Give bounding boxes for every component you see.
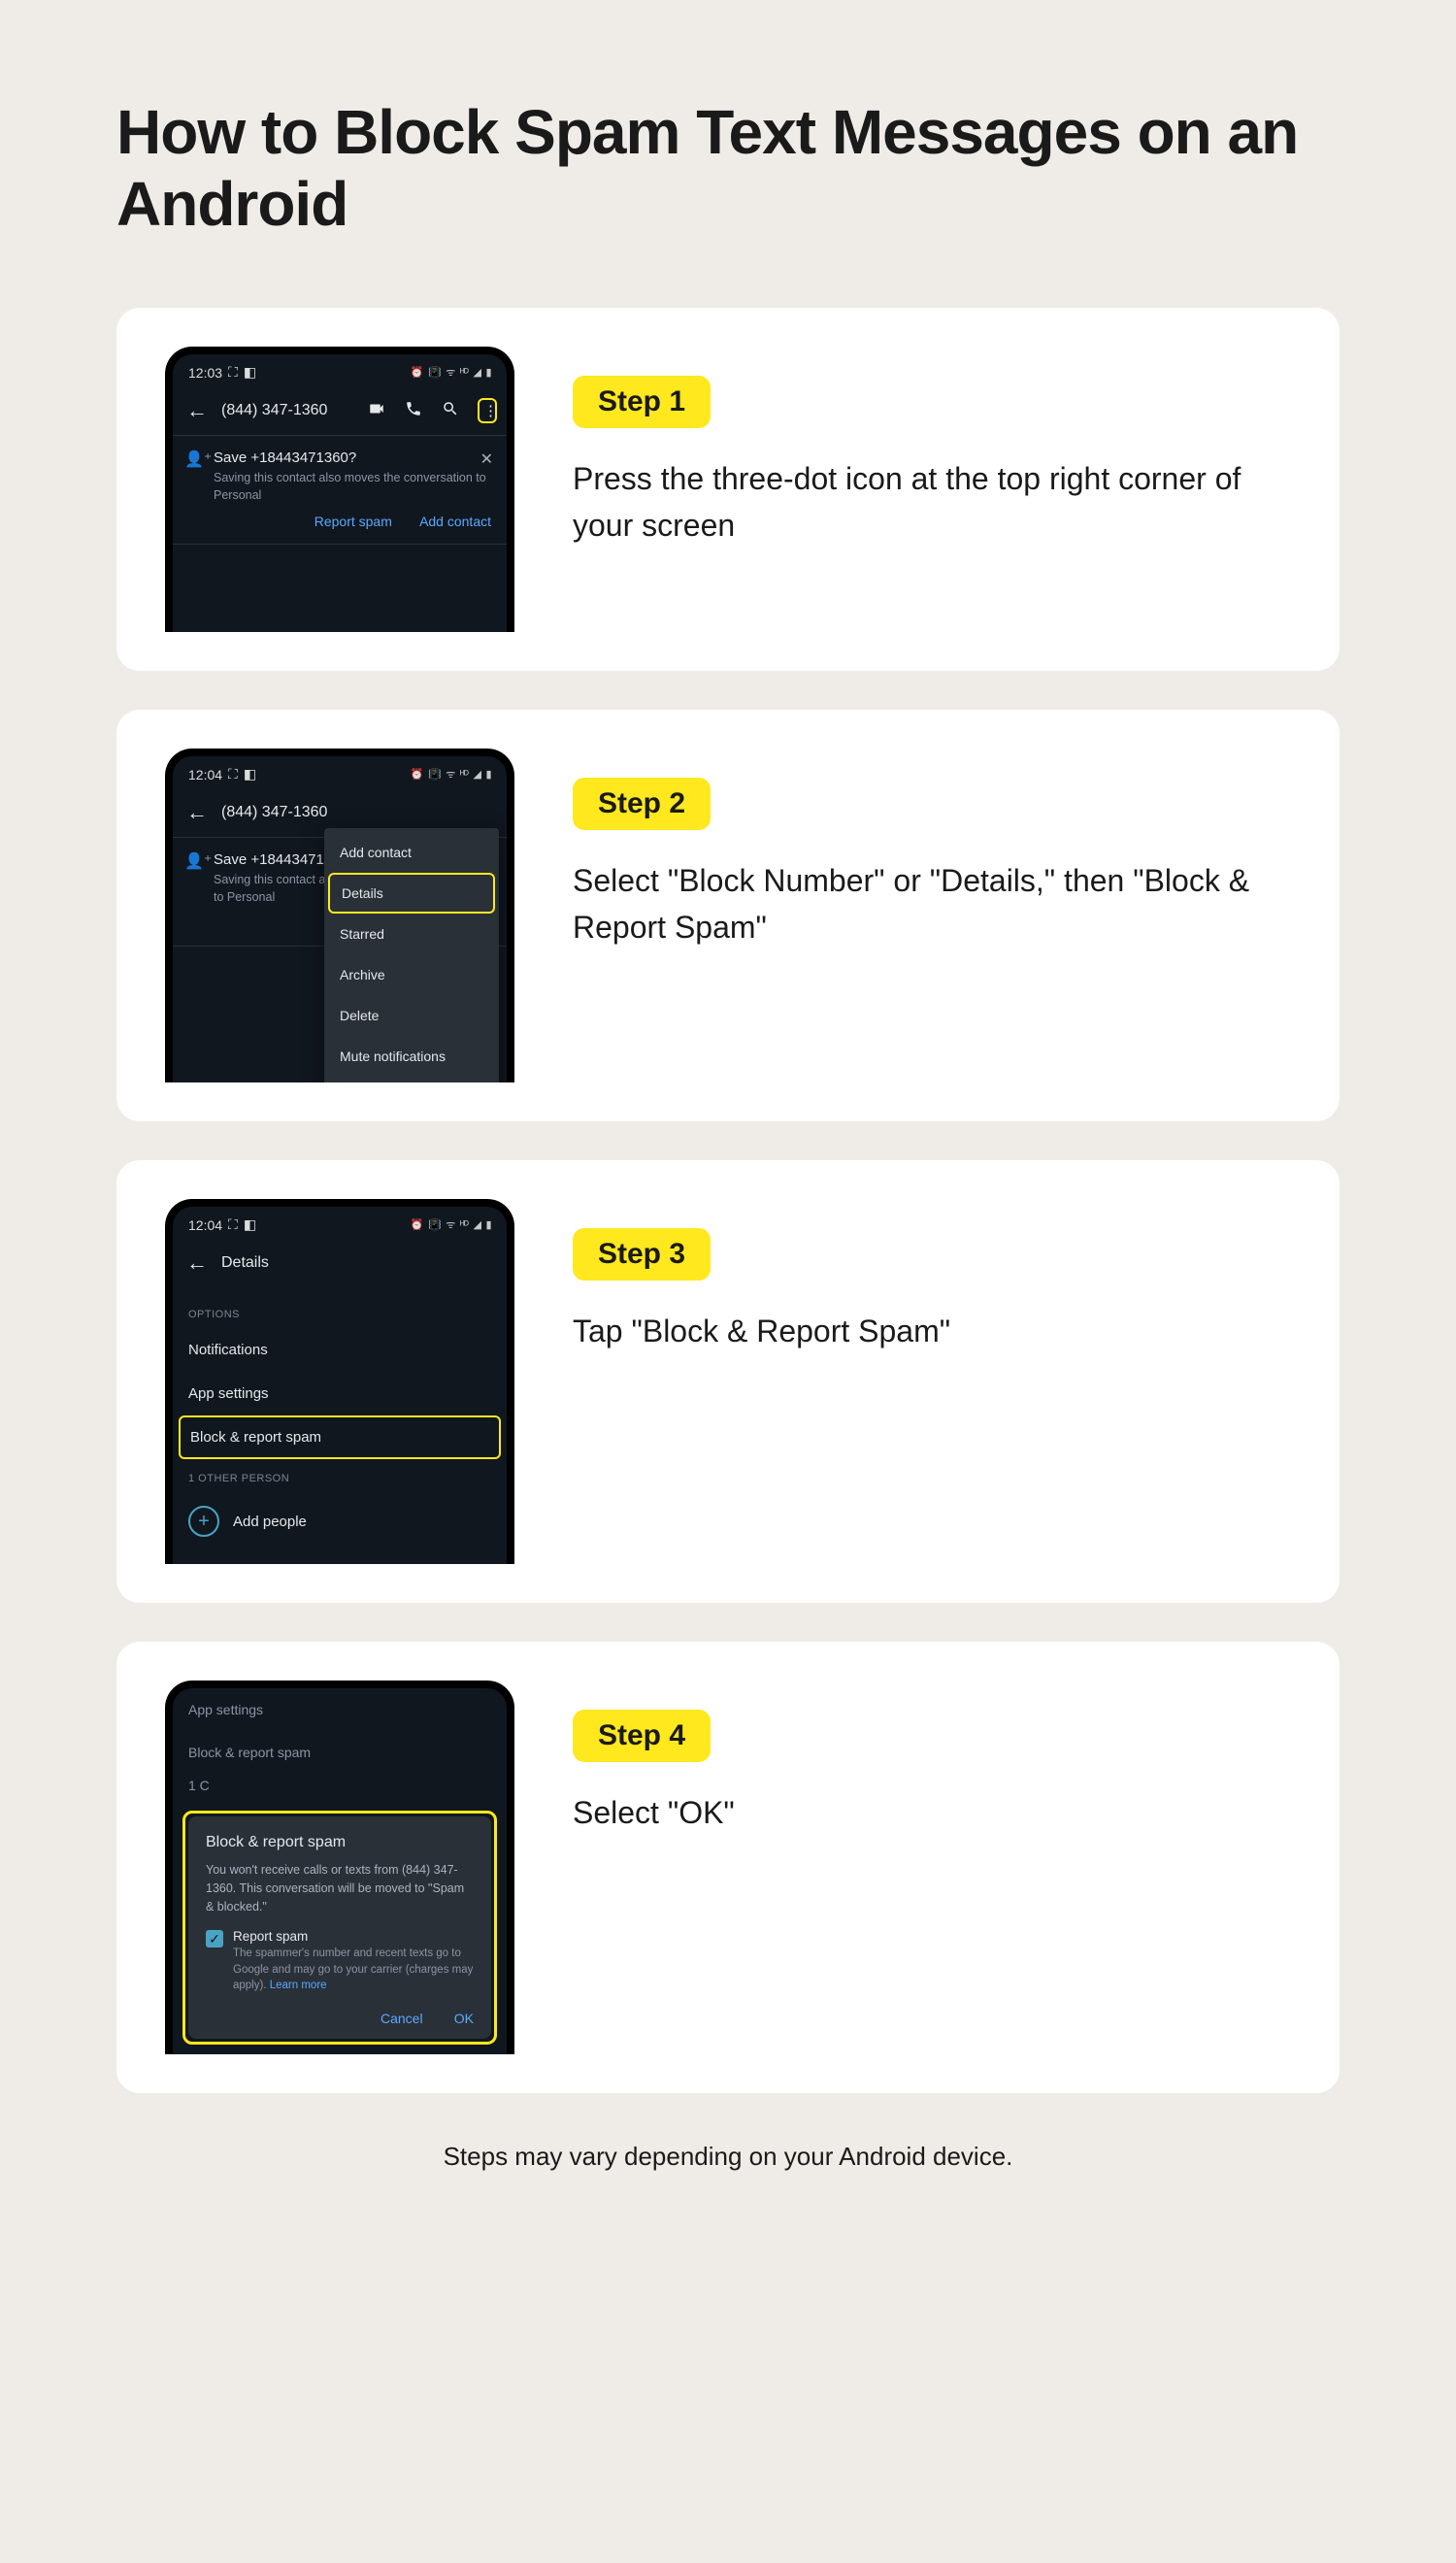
menu-item-add-contact[interactable]: Add contact	[324, 832, 499, 873]
row-app-settings[interactable]: App settings	[173, 1372, 507, 1415]
options-label: OPTIONS	[173, 1295, 507, 1328]
status-bar: 12:04 ⛶ ◧ ⏰ 📳 ᯤ ᴴᴰ ◢ ▮	[173, 756, 507, 788]
step-badge: Step 3	[573, 1228, 711, 1281]
step-description: Select "OK"	[573, 1789, 1291, 1836]
contact-label[interactable]: (844) 347-1360	[221, 804, 497, 821]
save-contact-banner: 👤⁺ Save +18443471360? ✕ Saving this cont…	[173, 436, 507, 545]
checkbox-report-spam[interactable]: ✓	[206, 1930, 223, 1947]
learn-more-link[interactable]: Learn more	[270, 1980, 327, 1991]
step-card-2: 12:04⛶◧ ⏰📳ᯤᴴᴰ◢▮ ← (844) 347-1360 👤⁺ Save…	[116, 710, 1340, 1121]
plus-icon: +	[188, 1506, 219, 1537]
step-badge: Step 1	[573, 376, 711, 428]
battery-icon: ▮	[485, 1218, 491, 1231]
misc-icon: ◧	[244, 364, 256, 381]
step-description: Press the three-dot icon at the top righ…	[573, 455, 1291, 549]
phone-mock-3: 12:04 ⛶ ◧ ⏰ 📳 ᯤ ᴴᴰ ◢ ▮ ← Details OPTIONS Notifi…	[165, 1199, 514, 1564]
add-people-label: Add people	[233, 1514, 307, 1530]
dialog-highlight: Block & report spam You won't receive ca…	[182, 1811, 497, 2045]
vibrate-icon: 📳	[428, 768, 441, 781]
row-notifications[interactable]: Notifications	[173, 1328, 507, 1372]
step-badge: Step 4	[573, 1710, 711, 1762]
phone-icon[interactable]	[404, 400, 423, 421]
dialog-body: You won't receive calls or texts from (8…	[206, 1861, 474, 1915]
wifi-icon: ᯤ	[446, 1217, 455, 1232]
three-dot-icon[interactable]: ⋮	[478, 398, 497, 423]
contact-label[interactable]: (844) 347-1360	[221, 402, 353, 419]
menu-item-archive[interactable]: Archive	[324, 954, 499, 995]
page-title: How to Block Spam Text Messages on an An…	[116, 97, 1340, 240]
app-bar: ← (844) 347-1360 ⋮	[173, 386, 507, 436]
step-card-1: 12:03 ⛶ ◧ ⏰ 📳 ᯤ ᴴᴰ ◢ ▮ ← (844) 347-1360 ⋮ 👤⁺ Sa…	[116, 308, 1340, 671]
close-icon[interactable]: ✕	[480, 449, 493, 469]
menu-item-starred[interactable]: Starred	[324, 914, 499, 954]
signal-icon: ◢	[473, 1218, 480, 1231]
row-app-settings[interactable]: App settings	[173, 1688, 507, 1731]
vibrate-icon: 📳	[428, 1218, 441, 1231]
wifi-icon: ᯤ	[446, 365, 455, 380]
alarm-icon: ⏰	[411, 1218, 423, 1231]
network-icon: ᴴᴰ	[460, 1219, 469, 1231]
checkbox-sublabel: The spammer's number and recent texts go…	[233, 1946, 474, 1992]
clock-label: 12:04	[188, 1217, 222, 1233]
battery-icon: ▮	[485, 768, 491, 781]
signal-icon: ◢	[473, 366, 480, 379]
wifi-icon: ᯤ	[446, 767, 455, 782]
search-icon[interactable]	[441, 400, 460, 421]
dialog-title: Block & report spam	[206, 1834, 474, 1851]
checkbox-label: Report spam	[233, 1929, 474, 1944]
back-icon[interactable]: ←	[186, 800, 208, 825]
misc-icon: ◧	[244, 766, 256, 782]
camera-icon: ⛶	[228, 1216, 238, 1233]
alarm-icon: ⏰	[411, 366, 423, 379]
clock-label: 12:03	[188, 365, 222, 381]
camera-icon: ⛶	[228, 364, 238, 381]
row-other: 1 C	[173, 1774, 507, 1807]
step-card-3: 12:04 ⛶ ◧ ⏰ 📳 ᯤ ᴴᴰ ◢ ▮ ← Details OPTIONS Notifi…	[116, 1160, 1340, 1603]
footnote: Steps may vary depending on your Android…	[116, 2142, 1340, 2172]
back-icon[interactable]: ←	[186, 1250, 208, 1276]
network-icon: ᴴᴰ	[460, 769, 469, 781]
misc-icon: ◧	[244, 1216, 256, 1233]
step-card-4: App settings Block & report spam 1 C Blo…	[116, 1642, 1340, 2093]
row-add-people[interactable]: + Add people	[173, 1492, 507, 1550]
menu-item-subject[interactable]: Show subject field	[324, 1077, 499, 1082]
menu-item-mute[interactable]: Mute notifications	[324, 1036, 499, 1077]
battery-icon: ▮	[485, 366, 491, 379]
details-header: Details	[221, 1254, 497, 1272]
row-block-report[interactable]: Block & report spam	[179, 1415, 501, 1459]
row-block-report[interactable]: Block & report spam	[173, 1731, 507, 1774]
step-description: Select "Block Number" or "Details," then…	[573, 857, 1291, 950]
status-bar: 12:04 ⛶ ◧ ⏰ 📳 ᯤ ᴴᴰ ◢ ▮	[173, 1207, 507, 1239]
clock-label: 12:04	[188, 767, 222, 782]
overflow-menu: Add contact Details Starred Archive Dele…	[324, 828, 499, 1082]
phone-mock-1: 12:03 ⛶ ◧ ⏰ 📳 ᯤ ᴴᴰ ◢ ▮ ← (844) 347-1360 ⋮ 👤⁺ Sa…	[165, 347, 514, 632]
person-add-icon: 👤⁺	[184, 449, 212, 469]
signal-icon: ◢	[473, 768, 480, 781]
block-dialog: Block & report spam You won't receive ca…	[188, 1816, 491, 2039]
phone-mock-2: 12:04⛶◧ ⏰📳ᯤᴴᴰ◢▮ ← (844) 347-1360 👤⁺ Save…	[165, 749, 514, 1082]
banner-title: Save +18443471360?	[214, 449, 491, 466]
status-bar: 12:03 ⛶ ◧ ⏰ 📳 ᯤ ᴴᴰ ◢ ▮	[173, 354, 507, 386]
report-spam-link[interactable]: Report spam	[314, 514, 392, 529]
ok-button[interactable]: OK	[454, 2011, 474, 2026]
phone-mock-4: App settings Block & report spam 1 C Blo…	[165, 1681, 514, 2054]
add-contact-link[interactable]: Add contact	[419, 514, 491, 529]
cancel-button[interactable]: Cancel	[381, 2011, 423, 2026]
back-icon[interactable]: ←	[186, 398, 208, 423]
alarm-icon: ⏰	[411, 768, 423, 781]
step-description: Tap "Block & Report Spam"	[573, 1308, 1291, 1354]
other-person-label: 1 OTHER PERSON	[173, 1459, 507, 1492]
person-add-icon: 👤⁺	[184, 851, 212, 871]
banner-subtitle: Saving this contact also moves the conve…	[214, 470, 491, 504]
menu-item-details[interactable]: Details	[328, 873, 495, 914]
video-icon[interactable]	[367, 400, 386, 421]
camera-icon: ⛶	[228, 766, 238, 782]
app-bar: ← Details	[173, 1239, 507, 1287]
menu-item-delete[interactable]: Delete	[324, 995, 499, 1036]
network-icon: ᴴᴰ	[460, 367, 469, 379]
vibrate-icon: 📳	[428, 366, 441, 379]
step-badge: Step 2	[573, 778, 711, 830]
